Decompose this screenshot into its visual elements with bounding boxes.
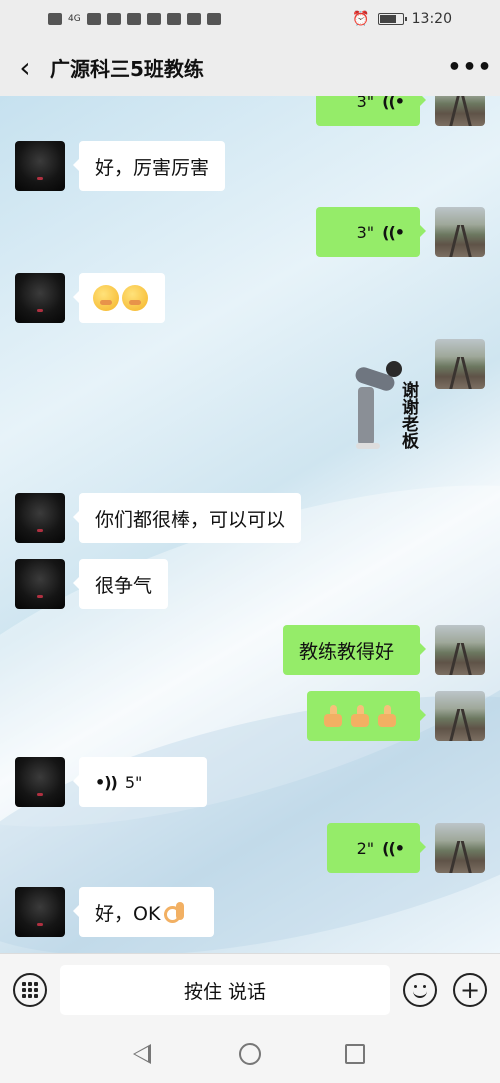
bowing-sticker[interactable]: 谢谢老板 (345, 349, 425, 459)
status-bar: 4G ⏰ 13:20 (0, 0, 500, 38)
voice-wave-icon: •)) (95, 772, 118, 792)
avatar-coach[interactable] (15, 559, 65, 609)
avatar-coach[interactable] (15, 273, 65, 323)
system-nav-bar (0, 1028, 500, 1083)
status-icons: 4G (48, 13, 221, 25)
voice-message-sent[interactable]: 3" ((• (316, 96, 426, 126)
voice-duration: 3" (356, 96, 375, 111)
emoji-message-sent[interactable] (307, 691, 426, 741)
avatar-self[interactable] (435, 96, 485, 126)
chat-title: 广源科三5班教练 (50, 56, 204, 81)
text-message-received[interactable]: 好，OK (73, 887, 214, 937)
hold-to-talk-button[interactable]: 按住 说话 (60, 965, 390, 1015)
more-actions-button[interactable]: + (453, 973, 487, 1007)
hd-icon (48, 13, 62, 25)
sticker-caption: 谢谢老板 (398, 381, 418, 449)
keyboard-toggle-button[interactable] (13, 973, 47, 1007)
wps-icon (166, 13, 181, 25)
input-bar: 按住 说话 + (0, 953, 500, 1028)
voice-duration: 2" (356, 838, 375, 858)
voice-message-sent[interactable]: 2" ((• (327, 823, 426, 873)
avatar-coach[interactable] (15, 887, 65, 937)
back-button[interactable]: ‹ (0, 38, 50, 96)
settings-icon (206, 13, 221, 25)
smile-hide-face-emoji (122, 285, 148, 311)
avatar-coach[interactable] (15, 141, 65, 191)
avatar-self[interactable] (435, 207, 485, 257)
tiktok-icon (126, 13, 141, 25)
plus-icon: + (459, 976, 481, 1004)
ok-hand-emoji (162, 900, 186, 924)
emoji-message-received[interactable] (73, 273, 165, 323)
chat-area[interactable]: 3" ((• 好，厉害厉害 3" ((• 谢谢老板 你们都很棒，可以可以 很争气… (0, 96, 500, 953)
avatar-coach[interactable] (15, 493, 65, 543)
wifi-icon (106, 13, 121, 25)
smile-hide-face-emoji (93, 285, 119, 311)
chat-header: ‹ 广源科三5班教练 ••• (0, 38, 500, 96)
message-text: 好，OK (95, 902, 161, 925)
signal-icon (86, 13, 101, 25)
more-button[interactable]: ••• (440, 38, 500, 96)
status-time: 13:20 (411, 11, 452, 27)
thumbs-up-emoji (348, 704, 372, 728)
text-message-sent[interactable]: 教练教得好 (283, 625, 426, 675)
voice-duration: 5" (124, 772, 143, 792)
smile-icon (410, 980, 430, 1000)
avatar-self[interactable] (435, 625, 485, 675)
voice-wave-icon: ((• (382, 838, 405, 858)
voice-wave-icon: ((• (382, 222, 405, 242)
text-message-received[interactable]: 很争气 (72, 559, 169, 609)
voice-duration: 3" (356, 222, 375, 242)
app-icon (146, 13, 161, 25)
thumbs-up-emoji (375, 704, 399, 728)
browser-icon (186, 13, 201, 25)
avatar-self[interactable] (435, 691, 485, 741)
nav-home-icon[interactable] (239, 1043, 261, 1065)
text-message-received[interactable]: 好，厉害厉害 (72, 141, 226, 191)
network-type: 4G (68, 14, 81, 24)
avatar-coach[interactable] (15, 757, 65, 807)
voice-message-sent[interactable]: 3" ((• (316, 207, 426, 257)
avatar-self[interactable] (435, 823, 485, 873)
voice-wave-icon: ((• (382, 96, 405, 111)
alarm-icon: ⏰ (352, 11, 370, 27)
keyboard-icon (22, 982, 38, 998)
thumbs-up-emoji (321, 704, 345, 728)
battery-icon (377, 13, 407, 25)
nav-back-icon[interactable] (133, 1044, 151, 1064)
text-message-received[interactable]: 你们都很棒，可以可以 (72, 493, 302, 543)
voice-message-received[interactable]: •)) 5" (73, 757, 207, 807)
nav-recent-icon[interactable] (345, 1044, 365, 1064)
avatar-self[interactable] (435, 339, 485, 389)
emoji-button[interactable] (403, 973, 437, 1007)
